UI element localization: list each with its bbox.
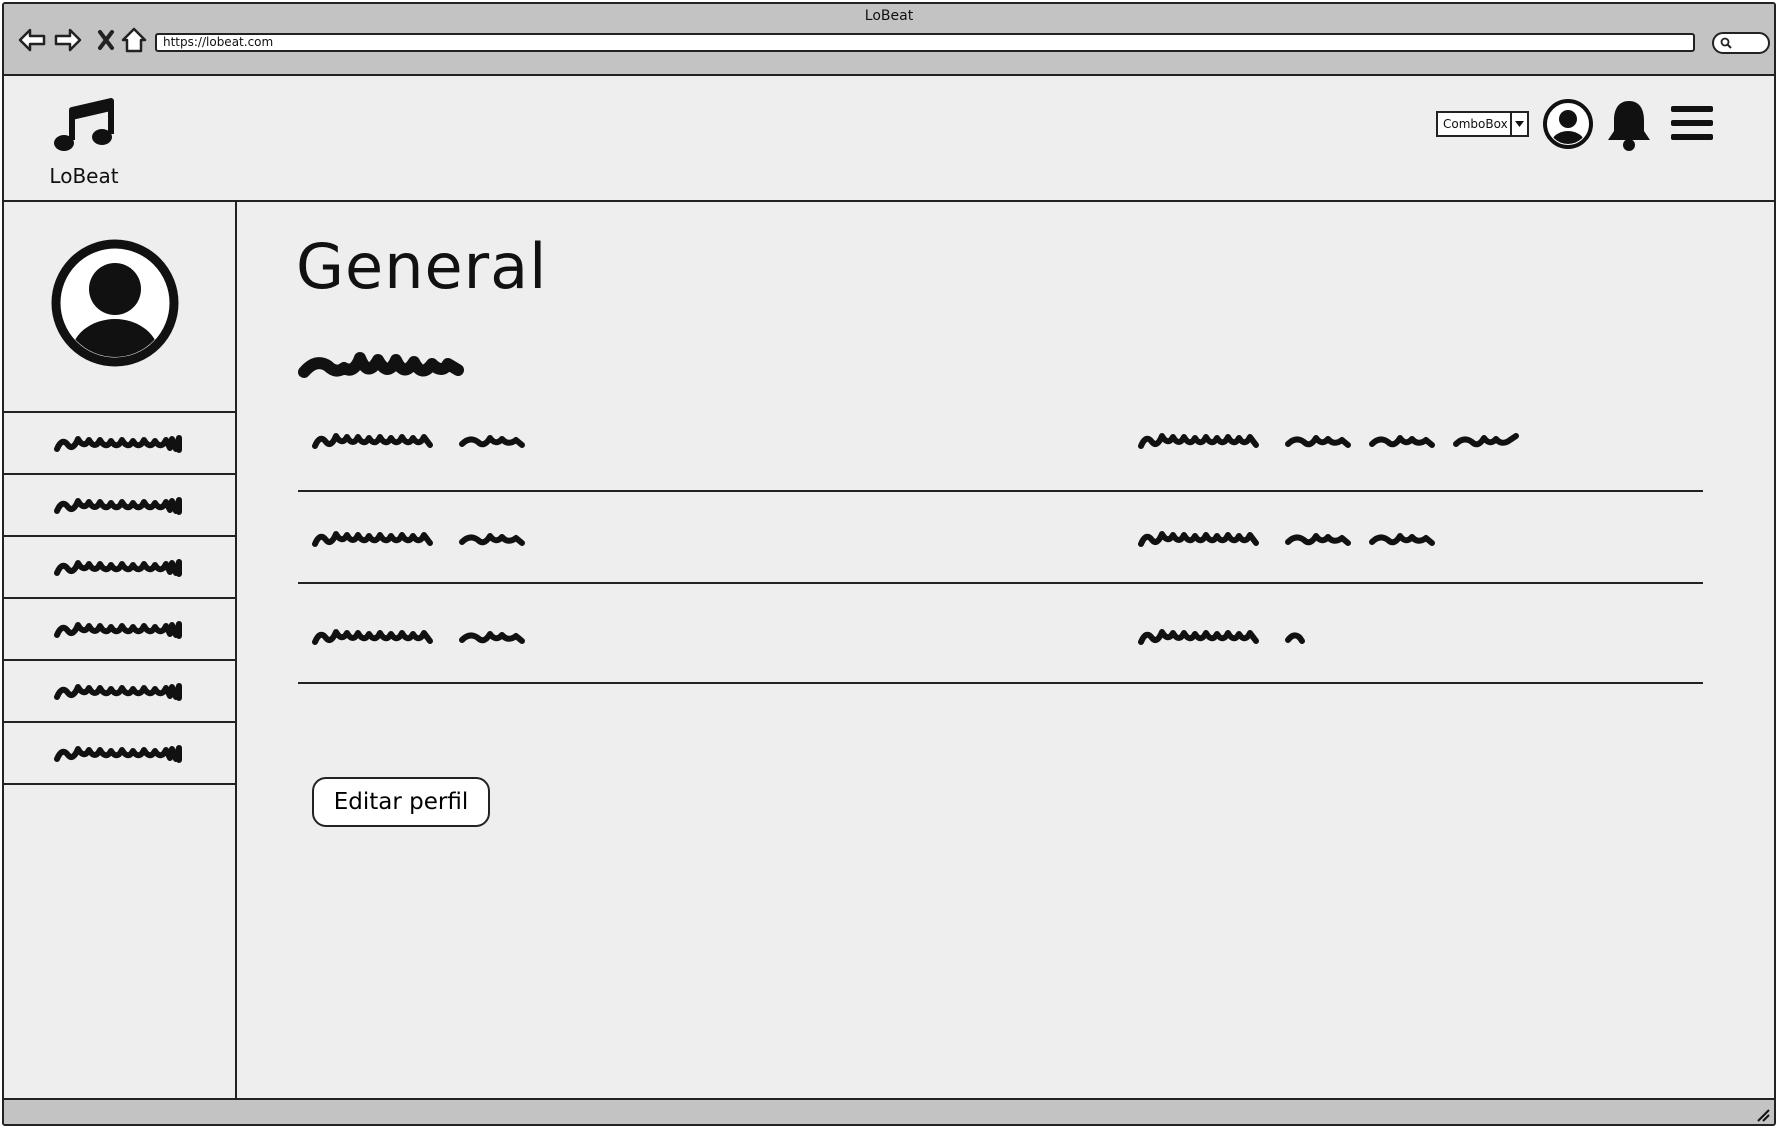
sidebar-item[interactable] — [4, 413, 235, 475]
scribble-text — [54, 745, 182, 763]
forward-arrow-icon[interactable] — [52, 24, 84, 56]
profile-avatar — [49, 237, 181, 373]
status-bar — [4, 1098, 1774, 1124]
window-title: LoBeat — [864, 8, 914, 24]
browser-toolbar: LoBeat https://lobeat.com — [4, 4, 1774, 76]
scribble-text — [54, 435, 182, 453]
url-bar[interactable]: https://lobeat.com — [155, 33, 1695, 52]
scribble-subtitle — [298, 352, 464, 378]
hamburger-menu-icon[interactable] — [1670, 104, 1714, 142]
chevron-down-icon — [1510, 113, 1527, 135]
scribble-text — [54, 559, 182, 577]
search-icon — [1720, 37, 1732, 49]
home-icon[interactable] — [118, 24, 150, 56]
music-note-icon — [54, 98, 114, 151]
resize-grip-icon[interactable] — [1754, 1106, 1770, 1122]
bell-icon[interactable] — [1604, 98, 1654, 152]
sidebar — [4, 202, 237, 1098]
field-label — [312, 428, 526, 452]
logo[interactable]: LoBeat — [48, 96, 120, 188]
app-header: LoBeat ComboBox — [4, 76, 1774, 202]
sidebar-item[interactable] — [4, 661, 235, 723]
sidebar-item[interactable] — [4, 537, 235, 599]
back-arrow-icon[interactable] — [16, 24, 48, 56]
browser-window: LoBeat https://lobeat.com LoBeat ComboBo… — [2, 2, 1776, 1126]
field-value — [1138, 624, 1308, 648]
logo-text: LoBeat — [49, 164, 119, 188]
field-label — [312, 526, 526, 550]
table-row — [298, 492, 1703, 584]
sidebar-item[interactable] — [4, 599, 235, 661]
combobox[interactable]: ComboBox — [1436, 111, 1529, 137]
scribble-text — [54, 621, 182, 639]
scribble-text — [54, 683, 182, 701]
sidebar-item[interactable] — [4, 723, 235, 785]
edit-profile-button[interactable]: Editar perfil — [312, 777, 490, 827]
table-row — [298, 402, 1703, 492]
combobox-value: ComboBox — [1443, 117, 1508, 131]
page-title: General — [296, 230, 548, 303]
field-value — [1138, 428, 1522, 452]
field-value — [1138, 526, 1438, 550]
user-icon[interactable] — [1542, 98, 1594, 150]
field-label — [312, 624, 526, 648]
user-icon — [51, 239, 179, 367]
browser-search-box[interactable] — [1712, 32, 1770, 54]
scribble-text — [54, 497, 182, 515]
main-content: General Editar perfil — [238, 202, 1774, 1098]
info-table — [298, 402, 1703, 684]
sidebar-item[interactable] — [4, 475, 235, 537]
table-row — [298, 584, 1703, 684]
sidebar-menu — [4, 411, 235, 785]
